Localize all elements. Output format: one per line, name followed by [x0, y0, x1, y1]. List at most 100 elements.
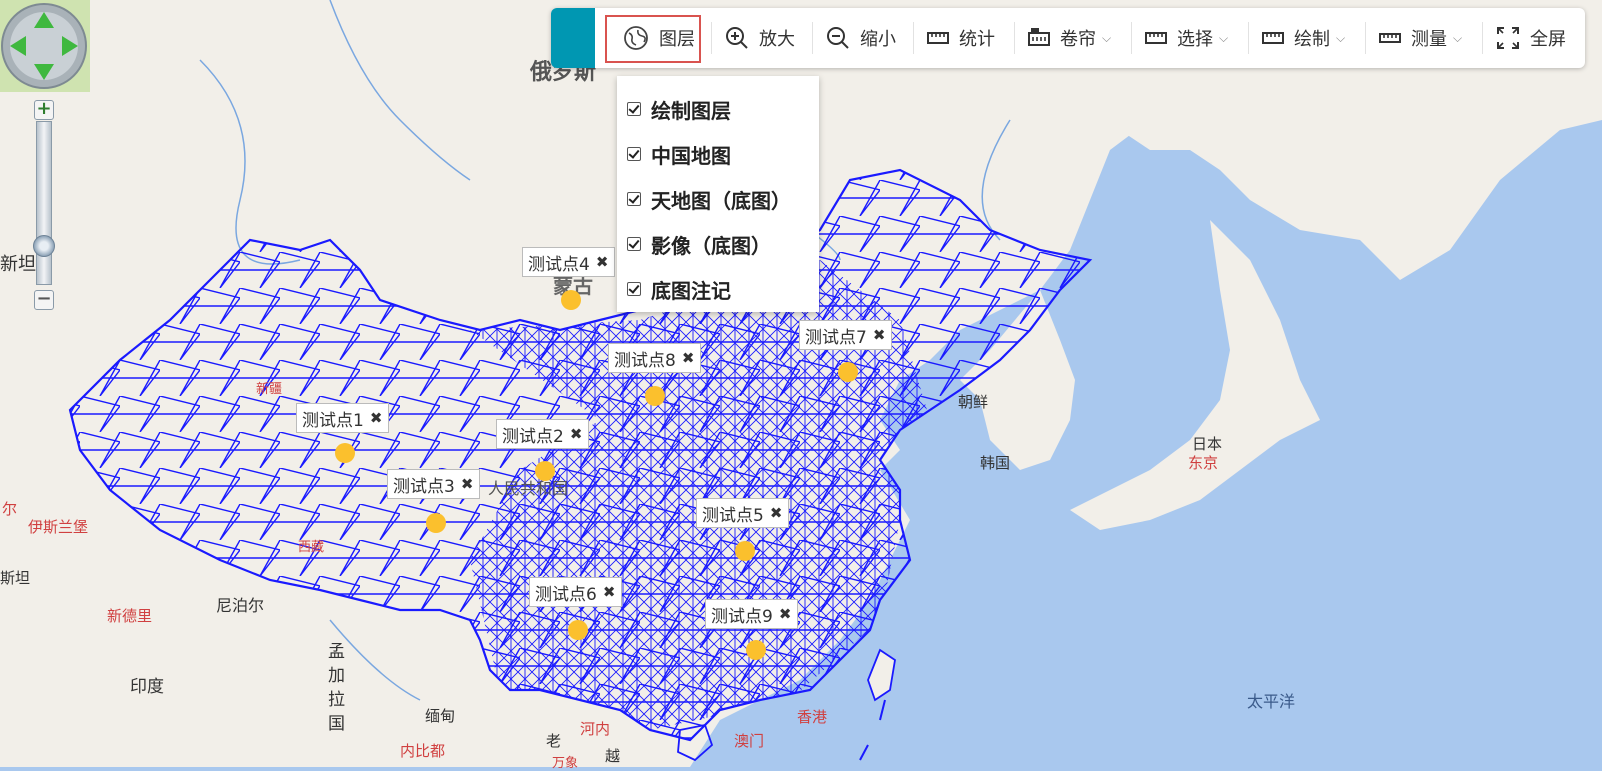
ruler-icon [1145, 32, 1167, 44]
toolbar-separator [1131, 22, 1132, 54]
test-point-marker-5[interactable] [735, 541, 755, 561]
zoom-in-tool-button[interactable]: 放大 [725, 22, 795, 54]
layer-item-china-map[interactable]: 中国地图 [627, 139, 731, 169]
test-point-text: 测试点8 [614, 350, 676, 371]
close-icon[interactable]: ✖ [873, 326, 886, 344]
test-point-marker-8[interactable] [645, 386, 665, 406]
close-icon[interactable]: ✖ [370, 409, 383, 427]
test-point-label-7: 测试点7 ✖ [799, 320, 893, 350]
fullscreen-label: 全屏 [1530, 29, 1566, 50]
measure-button[interactable]: 测量 ⌵ [1379, 22, 1462, 54]
close-icon[interactable]: ✖ [596, 253, 609, 271]
test-point-label-9: 测试点9 ✖ [705, 599, 799, 629]
test-point-marker-9[interactable] [746, 640, 766, 660]
layer-checkbox[interactable] [627, 147, 641, 161]
place-label-vientiane: 万象 [552, 756, 579, 771]
layer-label: 绘制图层 [651, 98, 731, 123]
layer-item-annotation[interactable]: 底图注记 [627, 274, 731, 304]
test-point-marker-1[interactable] [335, 443, 355, 463]
layer-checkbox[interactable] [627, 237, 641, 251]
place-label-india: 印度 [130, 677, 164, 697]
place-label-kolkata: 内比都 [400, 742, 446, 760]
zoom-out-tool-label: 缩小 [860, 29, 896, 50]
place-label-west-edge-2: 尔 [2, 500, 18, 518]
zoom-slider-thumb[interactable] [33, 235, 55, 257]
map-toolbar: 图层 放大 缩小 统计 卷帘 ⌵ 选择 ⌵ 绘制 ⌵ 测量 ⌵ 全屏 [551, 8, 1585, 68]
place-label-vietnam: 越 [605, 747, 621, 765]
fullscreen-button[interactable]: 全屏 [1496, 22, 1566, 54]
close-icon[interactable]: ✖ [570, 425, 583, 443]
test-point-label-5: 测试点5 ✖ [696, 498, 790, 528]
test-point-marker-2[interactable] [535, 461, 555, 481]
test-point-label-2: 测试点2 ✖ [496, 419, 590, 449]
zoom-slider-track[interactable] [36, 121, 52, 285]
ruler-icon [927, 32, 949, 44]
layer-panel: 绘制图层 中国地图 天地图（底图） 影像（底图） 底图注记 [617, 76, 819, 312]
test-point-label-4: 测试点4 ✖ [522, 247, 616, 277]
layer-button-label: 图层 [659, 29, 695, 50]
layer-label: 天地图（底图） [651, 188, 791, 213]
place-label-pacific: 太平洋 [1247, 692, 1296, 711]
layer-checkbox[interactable] [627, 192, 641, 206]
layer-button[interactable]: 图层 [623, 22, 695, 54]
toolbar-separator [1365, 22, 1366, 54]
place-label-laos: 老 [546, 732, 562, 750]
close-icon[interactable]: ✖ [779, 605, 792, 623]
close-icon[interactable]: ✖ [461, 475, 474, 493]
place-label-myanmar: 缅甸 [425, 707, 456, 725]
pan-control[interactable] [0, 0, 90, 92]
zoom-in-icon [726, 27, 748, 49]
test-point-marker-4[interactable] [561, 290, 581, 310]
globe-icon [624, 26, 648, 50]
toolbar-separator [1014, 22, 1015, 54]
zoom-in-tool-label: 放大 [759, 29, 795, 50]
close-icon[interactable]: ✖ [770, 504, 783, 522]
layer-checkbox[interactable] [627, 282, 641, 296]
test-point-marker-6[interactable] [568, 620, 588, 640]
test-point-text: 测试点7 [805, 327, 867, 348]
toolbar-separator [913, 22, 914, 54]
test-point-text: 测试点3 [393, 476, 455, 497]
layer-checkbox[interactable] [627, 102, 641, 116]
test-point-marker-7[interactable] [838, 362, 858, 382]
toolbar-separator [1248, 22, 1249, 54]
statistics-button[interactable]: 统计 [927, 22, 995, 54]
close-icon[interactable]: ✖ [682, 349, 695, 367]
place-label-macau: 澳门 [734, 732, 765, 750]
zoom-out-button[interactable]: − [34, 290, 54, 310]
chevron-down-icon: ⌵ [1453, 30, 1463, 45]
place-label-new-delhi: 新德里 [107, 607, 153, 625]
toolbar-separator [711, 22, 712, 54]
swipe-button[interactable]: 卷帘 ⌵ [1028, 22, 1111, 54]
place-label-tokyo: 东京 [1188, 454, 1219, 472]
close-icon[interactable]: ✖ [603, 583, 616, 601]
draw-button[interactable]: 绘制 ⌵ [1262, 22, 1345, 54]
layer-item-imagery[interactable]: 影像（底图） [627, 229, 771, 259]
select-label: 选择 [1177, 29, 1213, 50]
place-label-west-edge: 新坦 [0, 254, 36, 275]
select-button[interactable]: 选择 ⌵ [1145, 22, 1228, 54]
layer-item-tianditu[interactable]: 天地图（底图） [627, 184, 791, 214]
place-label-hongkong: 香港 [797, 708, 828, 726]
layer-label: 影像（底图） [651, 233, 771, 258]
place-label-xinjiang: 新疆 [256, 382, 283, 397]
ruler-icon [1262, 32, 1284, 44]
japan-islands [1070, 220, 1320, 530]
draw-label: 绘制 [1294, 29, 1330, 50]
toolbar-accent [551, 8, 595, 68]
statistics-label: 统计 [959, 29, 995, 50]
place-label-hanoi: 河内 [580, 720, 611, 738]
test-point-label-3: 测试点3 ✖ [387, 469, 481, 499]
toolbar-separator [1482, 22, 1483, 54]
place-label-xizang: 西藏 [298, 540, 325, 555]
fullscreen-icon [1497, 27, 1519, 49]
swipe-label: 卷帘 [1060, 29, 1096, 50]
test-point-text: 测试点5 [702, 505, 764, 526]
layer-item-draw[interactable]: 绘制图层 [627, 94, 731, 124]
test-point-marker-3[interactable] [426, 513, 446, 533]
place-label-north-korea: 朝鲜 [958, 393, 989, 411]
place-label-japan: 日本 [1192, 435, 1223, 453]
test-point-text: 测试点2 [502, 426, 564, 447]
zoom-in-button[interactable]: + [34, 100, 54, 120]
zoom-out-tool-button[interactable]: 缩小 [826, 22, 896, 54]
